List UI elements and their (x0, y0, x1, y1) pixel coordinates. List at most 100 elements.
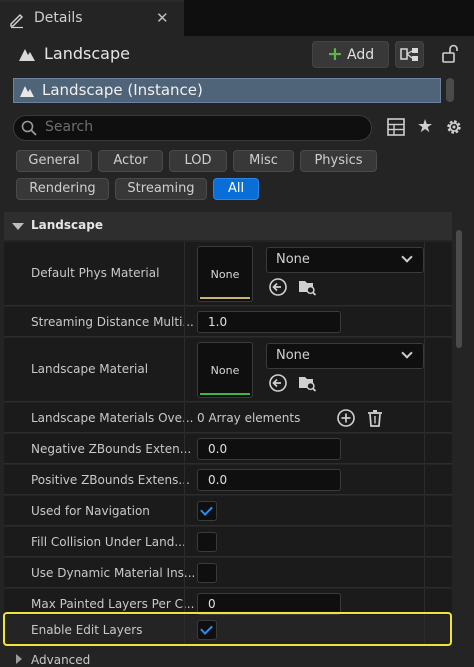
column-divider (424, 338, 425, 401)
browse-asset-icon[interactable] (297, 373, 317, 393)
filter-general[interactable]: General (16, 150, 92, 172)
plus-icon: + (327, 43, 343, 65)
add-element-icon[interactable] (336, 408, 356, 428)
property-label: Use Dynamic Material Ins... (31, 566, 196, 580)
filter-streaming[interactable]: Streaming (115, 178, 207, 200)
column-divider[interactable] (184, 465, 185, 494)
column-divider (424, 527, 425, 556)
column-divider (424, 465, 425, 494)
property-row-positive-zbounds: Positive ZBounds Extens... 0.0 (4, 465, 452, 495)
use-selected-icon[interactable] (268, 373, 288, 393)
asset-thumbnail[interactable]: None (197, 246, 253, 302)
asset-type-bar (200, 393, 250, 395)
landscape-icon (19, 49, 35, 61)
search-input[interactable]: Search (13, 115, 372, 141)
number-input[interactable]: 0.0 (197, 469, 341, 491)
column-divider[interactable] (184, 527, 185, 556)
highlight-outline (3, 612, 452, 646)
filter-all[interactable]: All (213, 178, 259, 200)
add-button-label: Add (347, 47, 375, 63)
selected-actor-title: Landscape (44, 44, 130, 63)
filter-lod[interactable]: LOD (169, 150, 227, 172)
property-label: Negative ZBounds Exten... (31, 442, 192, 456)
property-label: Max Painted Layers Per C... (31, 597, 195, 611)
column-divider (424, 403, 425, 432)
browse-asset-icon[interactable] (297, 277, 317, 297)
property-row-negative-zbounds: Negative ZBounds Exten... 0.0 (4, 434, 452, 464)
details-tab[interactable]: Details ✕ (0, 0, 184, 36)
tab-title: Details (34, 10, 83, 26)
close-icon[interactable]: ✕ (156, 9, 169, 27)
gear-icon[interactable] (444, 117, 464, 137)
combo-value: None (276, 348, 310, 363)
filter-rendering[interactable]: Rendering (16, 178, 109, 200)
asset-picker-combo[interactable]: None (266, 247, 424, 273)
pencil-icon (10, 13, 24, 29)
property-label: Used for Navigation (31, 504, 150, 518)
column-divider (424, 434, 425, 463)
expand-arrow-icon (16, 654, 22, 664)
combo-value: None (276, 252, 310, 267)
use-selected-icon[interactable] (268, 277, 288, 297)
number-value: 1.0 (208, 315, 228, 329)
column-divider (424, 496, 425, 525)
property-row-streaming-distance: Streaming Distance Multi... 1.0 (4, 307, 452, 337)
blueprint-icon (400, 48, 418, 61)
category-landscape[interactable]: Landscape (4, 212, 452, 240)
checkmark-icon (200, 503, 213, 516)
chevron-down-icon (401, 251, 413, 263)
advanced-section[interactable]: Advanced (4, 649, 452, 667)
table-view-icon[interactable] (387, 118, 405, 136)
number-input[interactable]: 1.0 (197, 311, 341, 333)
property-label: Fill Collision Under Land... (31, 535, 186, 549)
add-component-button[interactable]: + Add (312, 41, 389, 68)
column-divider[interactable] (184, 403, 185, 432)
property-row-materials-override: Landscape Materials Ove... 0 Array eleme… (4, 403, 452, 433)
number-input[interactable]: 0.0 (197, 438, 341, 460)
checkbox[interactable] (197, 501, 217, 521)
column-divider (424, 242, 425, 305)
category-label: Landscape (31, 218, 103, 232)
property-label: Positive ZBounds Extens... (31, 473, 190, 487)
property-list: Landscape Default Phys Material None Non… (4, 212, 452, 667)
component-tree-item-instance[interactable]: Landscape (Instance) (13, 78, 441, 103)
expand-arrow-icon (12, 223, 24, 230)
filter-actor[interactable]: Actor (98, 150, 163, 172)
property-row-landscape-material: Landscape Material None None (4, 338, 452, 402)
landscape-icon (20, 86, 34, 97)
component-tree-scrollbar[interactable] (446, 78, 454, 102)
asset-picker-combo[interactable]: None (266, 343, 424, 369)
asset-thumbnail[interactable]: None (197, 342, 253, 398)
property-row-dynamic-material: Use Dynamic Material Ins... (4, 558, 452, 588)
tab-bar: Details ✕ (0, 0, 474, 36)
property-label: Landscape Material (31, 362, 149, 376)
column-divider[interactable] (184, 558, 185, 587)
details-scrollbar-thumb[interactable] (456, 230, 462, 348)
column-divider[interactable] (184, 434, 185, 463)
advanced-label: Advanced (31, 653, 91, 667)
column-divider[interactable] (184, 338, 185, 401)
property-label: Landscape Materials Ove... (31, 411, 194, 425)
property-label: Default Phys Material (31, 266, 160, 280)
checkbox[interactable] (197, 532, 217, 552)
column-divider[interactable] (184, 242, 185, 305)
checkbox[interactable] (197, 563, 217, 583)
star-icon[interactable]: ★ (417, 116, 433, 137)
column-divider (424, 307, 425, 336)
column-divider[interactable] (184, 496, 185, 525)
number-value: 0.0 (208, 473, 228, 487)
property-row-default-phys-material: Default Phys Material None None (4, 242, 452, 306)
number-value: 0 (208, 597, 216, 611)
blueprint-button[interactable] (395, 41, 424, 68)
lock-open-icon[interactable] (440, 44, 460, 64)
property-label: Streaming Distance Multi... (31, 315, 194, 329)
property-row-fill-collision: Fill Collision Under Land... (4, 527, 452, 557)
array-count: 0 Array elements (197, 411, 301, 425)
filter-misc[interactable]: Misc (233, 150, 294, 172)
trash-icon[interactable] (365, 408, 385, 428)
column-divider[interactable] (184, 307, 185, 336)
search-placeholder: Search (45, 119, 94, 135)
filter-physics[interactable]: Physics (300, 150, 377, 172)
instance-label: Landscape (Instance) (42, 81, 203, 99)
column-divider (424, 558, 425, 587)
